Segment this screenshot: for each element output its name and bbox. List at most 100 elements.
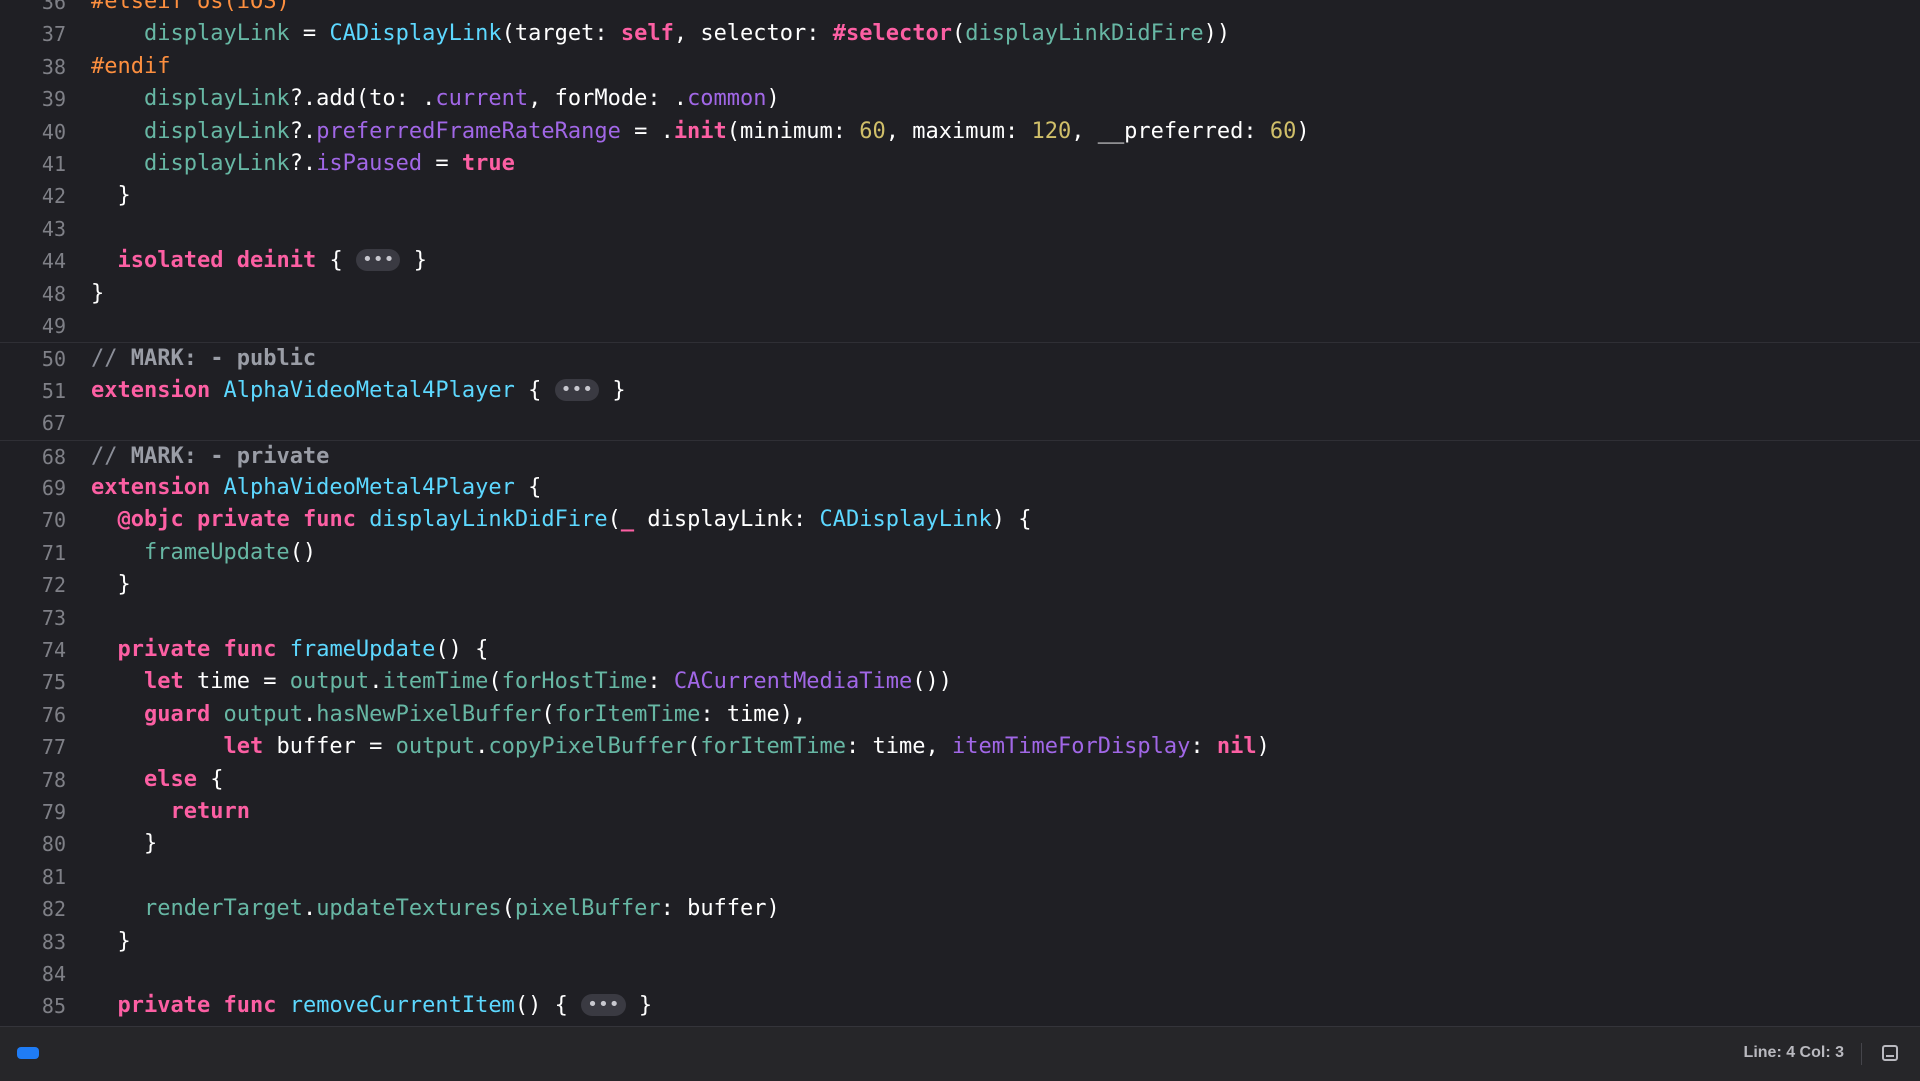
code-token: if os(iOS) — [157, 0, 290, 14]
code-token: else — [143, 766, 197, 792]
code-token: ( — [488, 669, 502, 695]
code-line[interactable]: 38 #endif — [0, 51, 1920, 83]
code-line[interactable]: 76 guard output.hasNewPixelBuffer(forIte… — [0, 699, 1920, 731]
code-line[interactable]: 75 let time = output.itemTime(forHostTim… — [0, 666, 1920, 698]
code-token: hasNewPixelBuffer — [316, 701, 542, 727]
code-line[interactable]: 42 } — [0, 180, 1920, 212]
code-token: (target: — [501, 21, 621, 47]
code-text[interactable]: return — [91, 796, 249, 828]
code-token: itemTime — [382, 669, 489, 695]
line-number: 79 — [41, 800, 66, 824]
code-text[interactable]: } — [91, 569, 130, 601]
line-number: 73 — [41, 605, 66, 630]
line-number: 76 — [41, 702, 66, 727]
code-line[interactable]: 80 } — [0, 828, 1920, 860]
code-line[interactable]: 44 isolated deinit { ••• } — [0, 245, 1920, 277]
code-text[interactable]: else { — [91, 764, 223, 796]
code-token: ?. — [289, 118, 317, 144]
code-line[interactable]: 72 } — [0, 569, 1920, 601]
code-line[interactable]: 85 private func removeCurrentItem() { ••… — [0, 990, 1920, 1022]
code-line[interactable]: 40 displayLink?.preferredFrameRateRange … — [0, 116, 1920, 148]
code-text[interactable]: isolated deinit { ••• } — [91, 245, 427, 277]
folded-code-ellipsis-icon[interactable]: ••• — [581, 994, 626, 1017]
code-text[interactable]: } — [91, 828, 157, 860]
code-text[interactable]: frameUpdate() — [91, 537, 316, 569]
code-token: private — [117, 993, 211, 1019]
status-indicator-icon[interactable] — [17, 1047, 39, 1059]
code-token: forItemTime — [700, 734, 847, 760]
code-text[interactable]: } — [91, 278, 104, 310]
code-text[interactable]: displayLink?.preferredFrameRateRange = .… — [91, 116, 1310, 148]
code-text[interactable]: #elseif os(iOS) — [91, 0, 290, 18]
code-text[interactable]: let time = output.itemTime(forHostTime: … — [91, 666, 952, 698]
code-token: } — [91, 280, 105, 306]
code-token: MARK: - public — [130, 346, 317, 372]
code-line[interactable]: 78 else { — [0, 764, 1920, 796]
folded-code-ellipsis-icon[interactable]: ••• — [554, 378, 600, 401]
code-line[interactable]: 82 renderTarget.updateTextures(pixelBuff… — [0, 893, 1920, 925]
folded-code-ellipsis-icon[interactable]: ••• — [355, 249, 401, 272]
code-line[interactable]: 36 #elseif os(iOS) — [0, 0, 1920, 18]
code-token: frameUpdate — [143, 539, 290, 565]
code-text[interactable]: displayLink?.add(to: .current, forMode: … — [91, 83, 780, 115]
code-token: { — [316, 248, 356, 274]
code-text[interactable]: private func removeCurrentItem() { ••• } — [91, 990, 653, 1022]
code-token: = . — [620, 118, 674, 144]
code-text[interactable]: displayLink = CADisplayLink(target: self… — [91, 18, 1230, 50]
code-text[interactable]: let buffer = output.copyPixelBuffer(forI… — [91, 731, 1269, 763]
code-line[interactable]: 43 — [0, 213, 1920, 245]
code-token: ) { — [991, 507, 1032, 533]
code-editor[interactable]: 36 #elseif os(iOS) 37 displayLink = CADisp… — [0, 0, 1920, 1026]
code-text[interactable]: private func frameUpdate() { — [91, 634, 489, 666]
code-token: () { — [435, 637, 489, 662]
code-line[interactable]: 39 displayLink?.add(to: .current, forMod… — [0, 83, 1920, 115]
code-text[interactable]: extension AlphaVideoMetal4Player { ••• } — [91, 375, 626, 407]
code-line[interactable]: 37 displayLink = CADisplayLink(target: s… — [0, 18, 1920, 50]
code-text[interactable]: guard output.hasNewPixelBuffer(forItemTi… — [91, 699, 806, 731]
code-text[interactable]: displayLink?.isPaused = true — [91, 148, 515, 180]
code-line[interactable]: 51 extension AlphaVideoMetal4Player { •••… — [0, 375, 1920, 407]
code-line[interactable]: 73 — [0, 602, 1920, 634]
code-line[interactable]: 67 — [0, 407, 1920, 439]
code-token: : — [647, 669, 674, 695]
code-line[interactable]: 68 // MARK: - private — [0, 439, 1920, 473]
code-line[interactable]: 70 @objc private func displayLinkDidFire… — [0, 504, 1920, 536]
line-number: 49 — [41, 314, 66, 338]
code-text[interactable]: @objc private func displayLinkDidFire(_ … — [91, 504, 1032, 536]
code-token: self — [620, 21, 674, 47]
code-line[interactable]: 84 — [0, 958, 1920, 990]
code-line[interactable]: 50 // MARK: - public — [0, 342, 1920, 375]
code-line[interactable]: 77 let buffer = output.copyPixelBuffer(f… — [0, 731, 1920, 763]
line-number: 82 — [41, 897, 66, 922]
code-line[interactable]: 49 — [0, 310, 1920, 342]
code-token: ?. — [289, 151, 317, 176]
code-text[interactable]: } — [91, 926, 130, 958]
code-text[interactable]: extension AlphaVideoMetal4Player { — [91, 472, 541, 504]
code-line[interactable]: 83 } — [0, 926, 1920, 958]
code-line[interactable]: 74 private func frameUpdate() { — [0, 634, 1920, 666]
code-text[interactable]: #endif — [91, 51, 170, 83]
code-token: ?.add(to: . — [289, 86, 436, 112]
code-text[interactable]: } — [91, 180, 130, 212]
line-number: 85 — [41, 994, 66, 1019]
code-line[interactable]: 79 return — [0, 796, 1920, 828]
line-number: 68 — [41, 444, 66, 469]
line-number: 51 — [41, 378, 66, 403]
code-text[interactable]: renderTarget.updateTextures(pixelBuffer:… — [91, 893, 780, 925]
code-line[interactable]: 41 displayLink?.isPaused = true — [0, 148, 1920, 180]
code-text[interactable]: // MARK: - private — [91, 441, 329, 473]
code-line[interactable]: 81 — [0, 861, 1920, 893]
code-text[interactable]: // MARK: - public — [91, 343, 316, 375]
code-token: , selector: — [673, 21, 833, 47]
code-token: output — [223, 701, 303, 727]
code-line[interactable]: 69 extension AlphaVideoMetal4Player { — [0, 472, 1920, 504]
code-token: itemTimeForDisplay — [952, 734, 1191, 760]
panel-toggle-icon[interactable] — [1882, 1045, 1898, 1061]
code-line[interactable]: 48} — [0, 278, 1920, 310]
code-line[interactable]: 71 frameUpdate() — [0, 537, 1920, 569]
